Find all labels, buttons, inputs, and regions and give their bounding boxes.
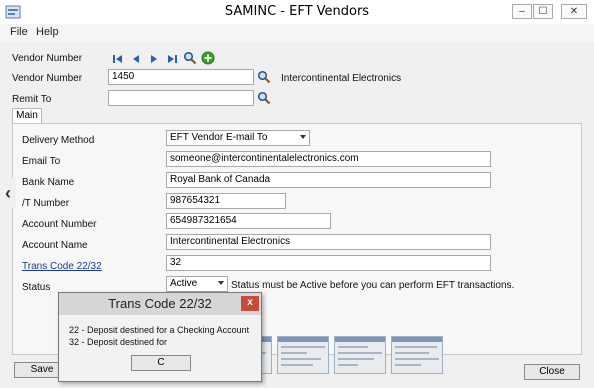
dialog-line-32: 32 - Deposit destined for [69,337,168,347]
account-name-label: Account Name [22,240,88,251]
delivery-method-value: EFT Vendor E-mail To [170,132,268,143]
window-close-button[interactable]: ✕ [561,4,587,19]
window-thumbnail[interactable] [391,336,443,374]
window-thumbnail[interactable] [334,336,386,374]
chevron-down-icon [300,135,306,139]
collapse-arrow-icon[interactable]: ‹ [0,178,16,208]
transit-number-label: /T Number [22,198,70,209]
chevron-down-icon [218,281,224,285]
vendor-number-field[interactable]: 1450 [108,69,254,85]
next-record-icon[interactable] [147,52,161,66]
delivery-method-select[interactable]: EFT Vendor E-mail To [166,130,310,146]
account-number-field[interactable]: 654987321654 [166,213,331,229]
eft-vendors-window: SAMINC - EFT Vendors – ☐ ✕ File Help Ven… [0,0,594,388]
bank-name-label: Bank Name [22,177,75,188]
status-note: Status must be Active before you can per… [231,280,515,291]
transit-number-field[interactable]: 987654321 [166,193,286,209]
minimize-button[interactable]: – [512,4,532,19]
maximize-button[interactable]: ☐ [533,4,553,19]
window-thumbnail[interactable] [277,336,329,374]
menu-bar: File Help [0,24,594,42]
dialog-line-22: 22 - Deposit destined for a Checking Acc… [69,325,250,335]
finder-icon[interactable] [183,51,197,65]
remit-to-field[interactable] [108,90,254,106]
vendor-number-label: Vendor Number [12,73,83,84]
remit-to-label: Remit To [12,94,52,105]
delivery-method-label: Delivery Method [22,135,95,146]
previous-record-icon[interactable] [129,52,143,66]
trans-code-field[interactable]: 32 [166,255,491,271]
vendor-number-nav-label: Vendor Number [12,53,83,64]
email-label: Email To [22,156,61,167]
menu-file[interactable]: File [10,26,28,38]
account-name-field[interactable]: Intercontinental Electronics [166,234,491,250]
trans-code-link[interactable]: Trans Code 22/32 [22,261,102,272]
last-record-icon[interactable] [165,52,179,66]
status-label: Status [22,282,51,293]
vendor-name-text: Intercontinental Electronics [281,73,402,84]
status-select[interactable]: Active [166,276,228,292]
title-bar: SAMINC - EFT Vendors – ☐ ✕ [0,0,594,25]
dialog-close-button[interactable]: x [241,296,259,311]
window-title: SAMINC - EFT Vendors [224,4,370,19]
account-number-label: Account Number [22,219,97,230]
remit-to-search-icon[interactable] [257,91,271,105]
vendor-search-icon[interactable] [257,70,271,84]
email-field[interactable]: someone@intercontinentalelectronics.com [166,151,491,167]
close-button[interactable]: Close [524,364,580,380]
bank-name-field[interactable]: Royal Bank of Canada [166,172,491,188]
first-record-icon[interactable] [111,52,125,66]
add-new-icon[interactable] [201,51,215,65]
dialog-title: Trans Code 22/32 [59,293,261,315]
dialog-ok-button[interactable]: C [131,355,191,371]
status-value: Active [170,278,198,289]
tab-main[interactable]: Main [12,108,42,124]
trans-code-dialog: Trans Code 22/32 x 22 - Deposit destined… [58,292,262,382]
menu-help[interactable]: Help [36,26,59,38]
